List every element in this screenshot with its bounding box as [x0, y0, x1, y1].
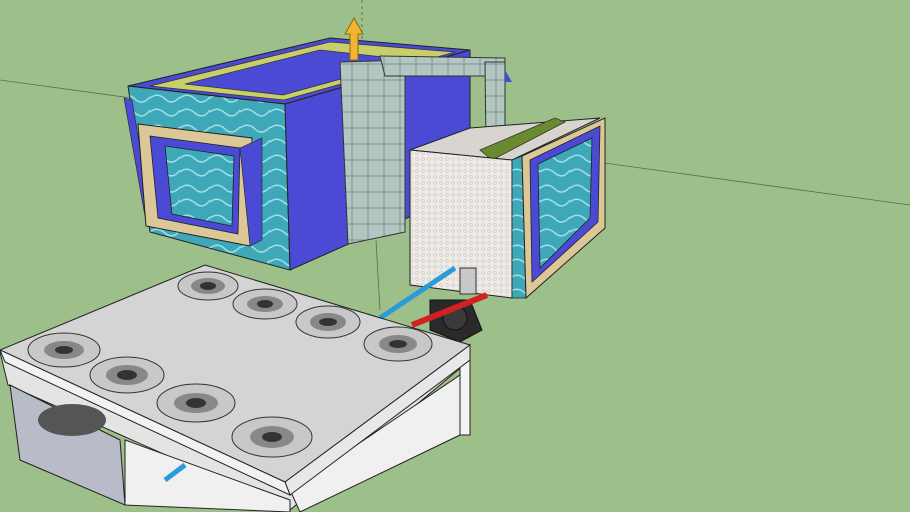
fan-3 — [295, 305, 361, 339]
unit-leg — [459, 359, 471, 436]
fan-2 — [232, 288, 298, 320]
tank-box[interactable] — [409, 117, 606, 300]
fan-8 — [231, 416, 313, 458]
fan-6 — [89, 356, 165, 394]
pool-corner — [505, 70, 512, 82]
green-axis-line — [375, 239, 381, 311]
window-water — [164, 145, 235, 227]
compressor — [38, 404, 106, 436]
fan-5 — [27, 332, 101, 368]
fan-1 — [177, 271, 239, 301]
3d-model-viewport[interactable] — [0, 0, 910, 512]
fan-7 — [156, 383, 236, 423]
glass-column — [339, 59, 406, 245]
fan-4 — [363, 326, 433, 362]
pump-valve — [459, 267, 477, 295]
